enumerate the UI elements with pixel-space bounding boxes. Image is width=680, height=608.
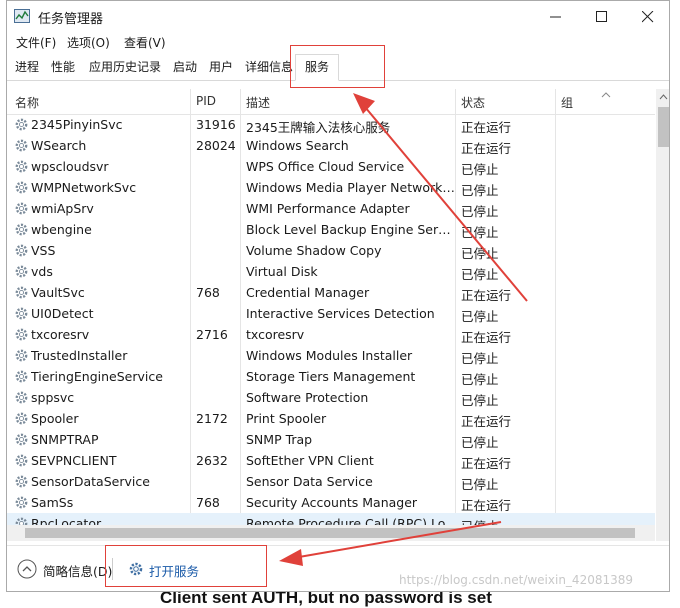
- arrowhead-icon: [279, 549, 303, 566]
- annotation-arrows: [279, 93, 528, 566]
- annotation-arrow-up: [364, 106, 528, 302]
- annotation-arrow-left: [298, 521, 502, 558]
- arrowhead-icon: [353, 93, 375, 114]
- task-manager-window: 任务管理器 文件(F) 选项(O) 查看(V) 进程 性能 应用历史记录 启动 …: [6, 0, 670, 592]
